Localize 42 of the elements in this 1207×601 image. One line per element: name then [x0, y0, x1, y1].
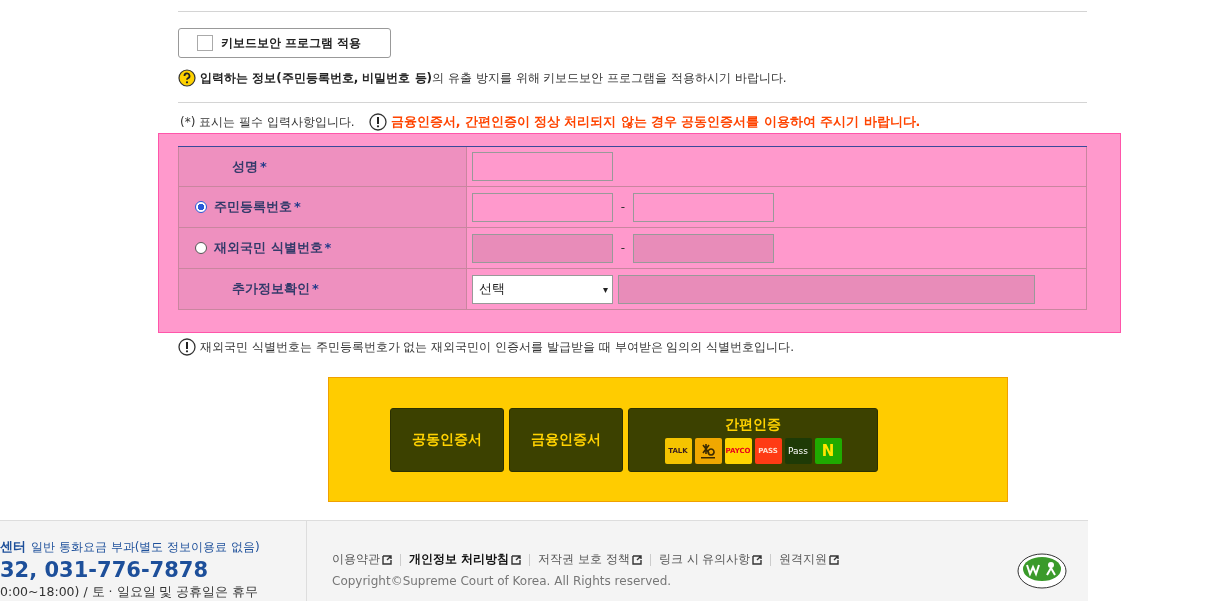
- external-link-icon: [829, 554, 840, 565]
- center-title: 센터: [0, 539, 26, 554]
- separator: -: [619, 241, 627, 255]
- footer-link[interactable]: 원격지원: [779, 551, 840, 568]
- external-link-icon: [752, 554, 763, 565]
- foreign-note: 재외국민 식별번호는 주민등록번호가 없는 재외국민이 인증서를 발급받을 때 부여받은 임의의 식별번호입니다.: [200, 338, 794, 356]
- field-label: 주민등록번호*: [214, 198, 301, 216]
- field-label: 성명*: [232, 157, 267, 176]
- radio-button[interactable]: [195, 201, 207, 213]
- exclamation-icon: [178, 338, 196, 356]
- separator: -: [619, 200, 627, 214]
- app-logo-icon: N: [814, 437, 842, 464]
- phone-number: 32, 031-776-7878: [0, 558, 210, 582]
- auth-button[interactable]: 금융인증서: [509, 407, 623, 472]
- app-logo-icon: Pass: [784, 437, 812, 464]
- center-note: 일반 통화요금 부과(별도 정보이용료 없음): [31, 540, 260, 554]
- copyright-text: Copyright©Supreme Court of Korea. All Rights reserved.: [332, 574, 673, 588]
- warning-text: 금융인증서, 간편인증이 정상 처리되지 않는 경우 공동인증서를 이용하여 주시기 바랍니다.: [390, 113, 921, 131]
- footer-link[interactable]: 저작권 보호 정책: [538, 551, 642, 568]
- app-logo-icon: [694, 437, 722, 464]
- external-link-icon: [382, 554, 392, 565]
- footer-link[interactable]: 링크 시 유의사항: [658, 551, 763, 568]
- footer-link[interactable]: 개인정보 처리방침: [409, 551, 522, 568]
- field-label: 추가정보확인*: [232, 280, 319, 298]
- input-field[interactable]: [633, 192, 774, 222]
- keyboard-security-button[interactable]: 키보드보안 프로그램 적용: [178, 28, 391, 58]
- required-note: (*) 표시는 필수 입력사항입니다.: [180, 113, 355, 131]
- select-dropdown[interactable]: 선택 ▾: [472, 274, 613, 304]
- footer-link[interactable]: 이용약관: [332, 551, 392, 568]
- field-label: 재외국민 식별번호*: [214, 239, 332, 257]
- exclamation-icon: [368, 113, 387, 131]
- external-link-icon: [511, 554, 522, 565]
- external-link-icon: [631, 554, 642, 565]
- input-field[interactable]: [472, 152, 613, 181]
- radio-button[interactable]: [195, 242, 207, 254]
- business-hours: 0:00~18:00) / 토 · 일요일 및 공휴일은 휴무: [0, 584, 260, 601]
- input-field[interactable]: [472, 192, 613, 222]
- accessibility-mark-icon: [1017, 553, 1067, 589]
- question-icon: [178, 69, 196, 87]
- auth-button[interactable]: 공동인증서: [390, 407, 504, 472]
- security-notice: 입력하는 정보(주민등록번호, 비밀번호 등)의 유출 방지를 위해 키보드보안 프로그램을 적용하시기 바랍니다.: [200, 69, 787, 87]
- checkbox[interactable]: [197, 35, 213, 51]
